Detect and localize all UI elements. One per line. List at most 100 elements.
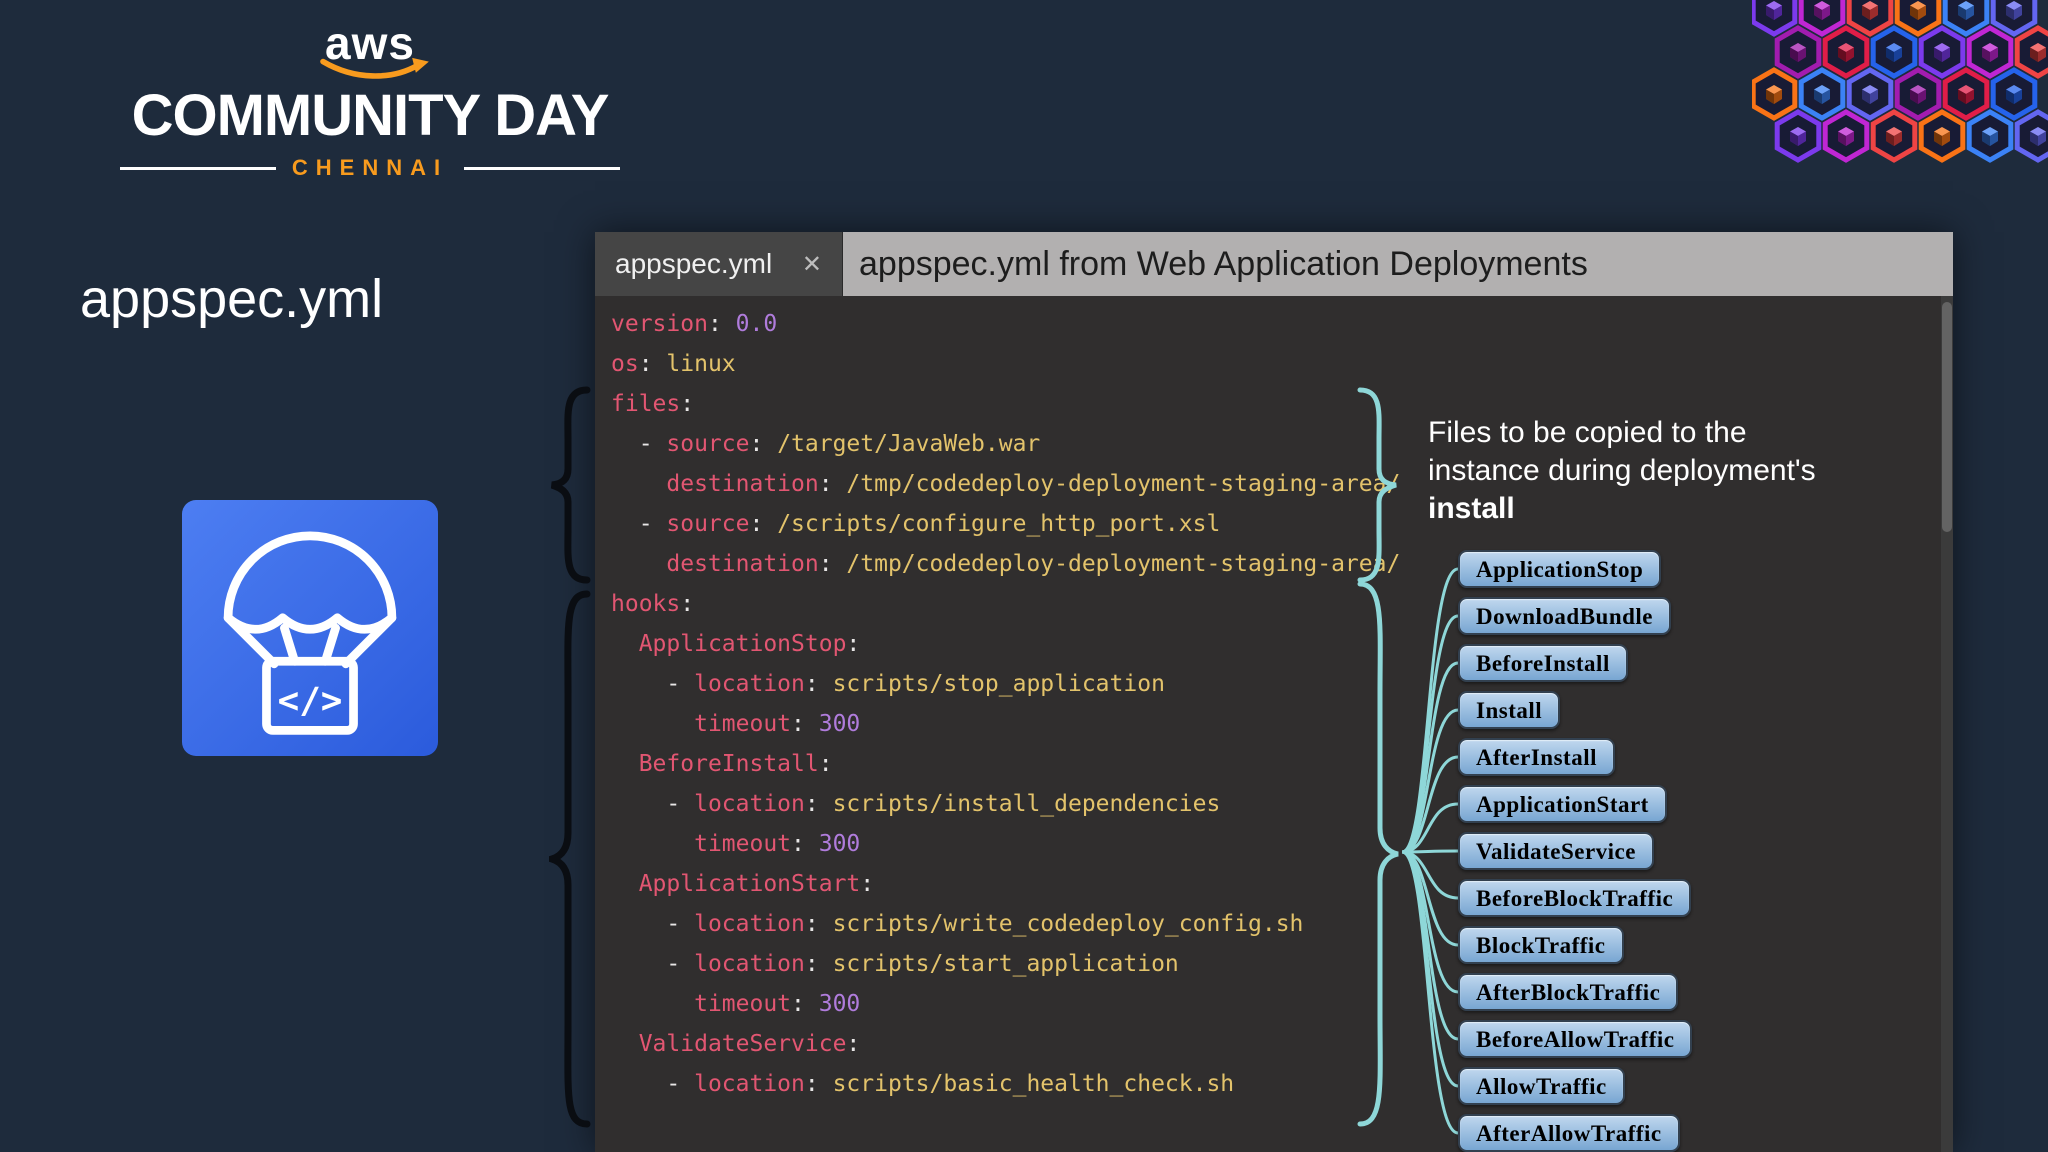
codedeploy-icon: </> <box>182 500 438 756</box>
code-token: : <box>749 431 778 457</box>
code-token: location <box>694 1071 805 1097</box>
hook-badge-applicationstop: ApplicationStop <box>1458 550 1662 588</box>
code-token: 300 <box>818 831 861 857</box>
hook-badge-validateservice: ValidateService <box>1458 832 1654 870</box>
code-token: - <box>611 791 695 817</box>
code-token: ApplicationStart <box>638 871 861 897</box>
code-token: : <box>680 391 695 417</box>
annotation-emphasis: install <box>1428 492 1515 525</box>
aws-logo: aws <box>320 16 429 79</box>
hooks-list: ApplicationStop DownloadBundle BeforeInsta… <box>1458 550 1693 1152</box>
annotation-files: Files to be copied to the instance durin… <box>1428 414 1858 528</box>
code-token: version <box>611 311 708 337</box>
code-token: : <box>791 991 819 1017</box>
code-token: : <box>791 711 819 737</box>
city-label: CHENNAI <box>291 155 449 180</box>
code-token: : <box>846 1031 861 1057</box>
code-token: hooks <box>611 591 681 617</box>
code-token: location <box>694 791 805 817</box>
code-line: timeout: 300 <box>611 824 1953 864</box>
code-token: BeforeInstall <box>638 751 819 777</box>
code-line: ValidateService: <box>611 1024 1953 1064</box>
code-token: - <box>611 911 695 937</box>
files-brace-left <box>550 386 591 584</box>
close-icon[interactable]: ✕ <box>802 250 822 279</box>
code-token: source <box>666 511 750 537</box>
code-token: 0.0 <box>735 311 778 337</box>
code-token: scripts/start_application <box>832 951 1179 977</box>
hook-badge-blocktraffic: BlockTraffic <box>1458 926 1624 964</box>
aws-smile-icon <box>320 57 429 79</box>
rule-right <box>464 166 621 170</box>
hook-badge-allowtraffic: AllowTraffic <box>1458 1067 1625 1105</box>
code-token: - <box>611 671 695 697</box>
editor-title: appspec.yml from Web Application Deploym… <box>859 245 1588 283</box>
code-token: timeout <box>694 711 792 737</box>
code-token: scripts/install_dependencies <box>832 791 1221 817</box>
editor-window: appspec.yml ✕ appspec.yml from Web Appli… <box>595 232 1953 1152</box>
code-line: - location: scripts/stop_application <box>611 664 1953 704</box>
code-token: : <box>818 751 833 777</box>
code-token: ApplicationStop <box>638 631 847 657</box>
code-token: destination <box>666 471 819 497</box>
code-token: - <box>611 431 667 457</box>
tab-bar: appspec.yml ✕ appspec.yml from Web Appli… <box>595 232 1953 296</box>
code-token: : <box>804 791 833 817</box>
code-token: : <box>707 311 736 337</box>
code-token: source <box>666 431 750 457</box>
code-token: - <box>611 1071 695 1097</box>
code-token: : <box>680 591 695 617</box>
code-line: os: linux <box>611 344 1953 384</box>
hook-badge-afterblocktraffic: AfterBlockTraffic <box>1458 973 1679 1011</box>
code-token: - <box>611 951 695 977</box>
code-token: scripts/basic_health_check.sh <box>832 1071 1235 1097</box>
code-token: 300 <box>818 711 861 737</box>
scrollbar-thumb[interactable] <box>1942 302 1952 532</box>
code-line: - location: scripts/write_codedeploy_con… <box>611 904 1953 944</box>
code-line: ApplicationStart: <box>611 864 1953 904</box>
hook-badge-beforeblocktraffic: BeforeBlockTraffic <box>1458 879 1692 917</box>
code-token: location <box>694 911 805 937</box>
code-token: : <box>860 871 875 897</box>
code-token: : <box>804 951 833 977</box>
code-line: timeout: 300 <box>611 704 1953 744</box>
code-token: os <box>611 351 639 377</box>
hook-badge-afterallowtraffic: AfterAllowTraffic <box>1458 1114 1680 1152</box>
code-token: : <box>638 351 667 377</box>
annotation-line-1: Files to be copied to the <box>1428 416 1747 449</box>
hook-badge-downloadbundle: DownloadBundle <box>1458 597 1672 635</box>
community-day-title: COMMUNITY DAY <box>131 83 610 148</box>
code-token: timeout <box>694 991 792 1017</box>
tab-appspec-yml[interactable]: appspec.yml ✕ <box>595 232 843 296</box>
code-token: /tmp/codedeploy-deployment-staging-area/ <box>846 551 1401 577</box>
code-token: : <box>791 831 819 857</box>
rule-left <box>120 166 276 170</box>
tab-label: appspec.yml <box>615 248 773 279</box>
hook-badge-applicationstart: ApplicationStart <box>1458 785 1667 823</box>
chennai-row: CHENNAI <box>120 155 621 181</box>
code-line: - location: scripts/basic_health_check.s… <box>611 1064 1953 1104</box>
hook-badge-beforeinstall: BeforeInstall <box>1458 644 1628 682</box>
code-token: /tmp/codedeploy-deployment-staging-area/ <box>846 471 1401 497</box>
code-token: : <box>804 1071 833 1097</box>
parachute-package-icon: </> <box>223 531 397 735</box>
scrollbar[interactable] <box>1941 296 1953 1152</box>
brand-logo: aws COMMUNITY DAY CHENNAI <box>120 16 621 181</box>
code-token: timeout <box>694 831 792 857</box>
code-line: - location: scripts/install_dependencies <box>611 784 1953 824</box>
code-token: location <box>694 671 805 697</box>
code-token: scripts/stop_application <box>832 671 1165 697</box>
code-line: BeforeInstall: <box>611 744 1953 784</box>
page-title: appspec.yml <box>80 269 384 329</box>
code-token: /scripts/configure_http_port.xsl <box>777 511 1221 537</box>
code-line: timeout: 300 <box>611 984 1953 1024</box>
hexagon-art-svg <box>1752 0 2048 163</box>
code-token: : <box>846 631 861 657</box>
